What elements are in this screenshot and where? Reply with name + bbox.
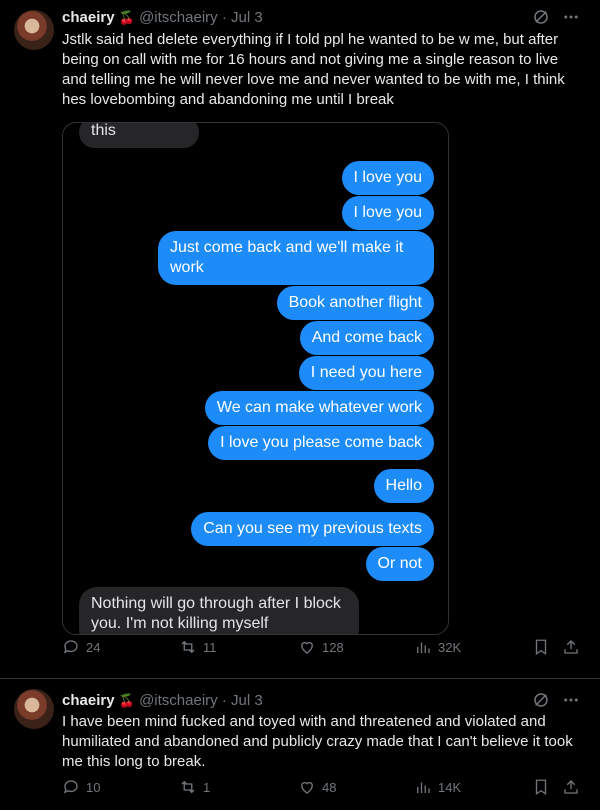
repost-button[interactable]: 1 [179,778,210,796]
header-actions [532,691,580,714]
tweet[interactable]: chaeiry 🍒 @itschaeiry · Jul 3 Jstlk said… [0,0,600,679]
like-button[interactable]: 48 [298,778,336,796]
reply-icon [63,640,78,654]
like-button[interactable]: 128 [298,638,344,656]
tweet[interactable]: chaeiry 🍒 @itschaeiry · Jul 3 I have bee… [0,679,600,810]
like-count: 128 [322,639,344,655]
header-actions [532,8,580,31]
message-bubble: I love you please come back [208,426,434,460]
share-icon [564,780,578,794]
tweet-header: chaeiry 🍒 @itschaeiry · Jul 3 [62,8,263,28]
message-bubble: Hello [373,469,434,503]
message-bubble: I need you here [298,356,434,390]
bookmark-icon [535,779,547,796]
view-count: 32K [438,639,462,655]
repost-count: 11 [203,639,217,655]
repost-count: 1 [203,779,211,795]
heart-icon [301,781,313,794]
more-options-icon[interactable] [562,8,580,31]
bookmark-button[interactable] [532,778,550,796]
reply-button[interactable]: 10 [62,778,100,796]
grok-icon[interactable] [532,8,550,31]
reply-count: 24 [86,639,101,655]
cherries-icon: 🍒 [118,10,135,25]
views-icon [417,782,430,793]
tweet-header: chaeiry 🍒 @itschaeiry · Jul 3 [62,691,263,711]
share-button[interactable] [562,638,580,656]
message-bubble: I love you [341,196,434,230]
heart-icon [301,641,313,654]
tweet-text: I have been mind fucked and toyed with a… [62,713,573,770]
separator-dot: · [221,692,227,709]
tweet-date[interactable]: Jul 3 [231,9,263,26]
like-count: 48 [322,779,337,795]
reply-count: 10 [86,779,101,795]
message-bubble: this [79,123,199,148]
message-bubble: I love you [341,161,434,195]
cherries-icon: 🍒 [118,693,135,708]
message-bubble: Nothing will go through after I block yo… [79,587,359,634]
repost-icon [181,640,195,654]
views-button[interactable]: 14K [414,778,461,796]
separator-dot: · [221,9,227,26]
reply-icon [63,780,78,794]
message-bubble: Or not [365,547,434,581]
tweet-text: Jstlk said hed delete everything if I to… [62,31,565,108]
avatar[interactable] [14,689,54,729]
share-button[interactable] [562,778,580,796]
message-bubble: Just come back and we'll make it work [158,231,434,285]
message-bubble: We can make whatever work [204,391,434,425]
share-icon [564,640,578,654]
view-count: 14K [438,779,462,795]
author-handle[interactable]: @itschaeiry [139,692,218,709]
grok-icon[interactable] [532,691,550,714]
avatar[interactable] [14,10,54,50]
author-name[interactable]: chaeiry [62,9,115,26]
bookmark-icon [535,639,547,656]
message-bubble: And come back [299,321,434,355]
tweet-media-screenshot[interactable]: this I love you I love you Just come bac… [62,122,449,635]
views-icon [417,642,430,653]
tweet-date[interactable]: Jul 3 [231,692,263,709]
author-handle[interactable]: @itschaeiry [139,9,218,26]
repost-icon [181,780,195,794]
author-name[interactable]: chaeiry [62,692,115,709]
more-options-icon[interactable] [562,691,580,714]
bookmark-button[interactable] [532,638,550,656]
message-bubble: Book another flight [276,286,434,320]
views-button[interactable]: 32K [414,638,461,656]
repost-button[interactable]: 11 [179,638,217,656]
message-bubble: Can you see my previous texts [191,512,434,546]
reply-button[interactable]: 24 [62,638,100,656]
